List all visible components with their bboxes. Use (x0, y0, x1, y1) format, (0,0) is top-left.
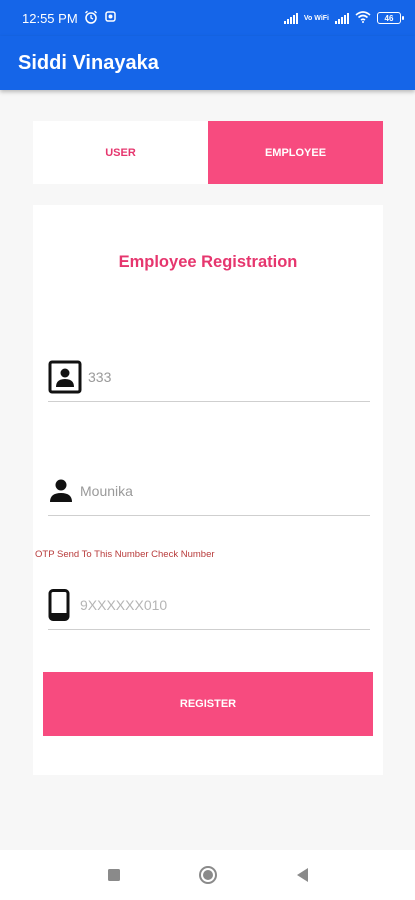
id-card-icon (48, 360, 88, 394)
app-bar: Siddi Vinayaka (0, 36, 415, 90)
back-icon[interactable] (292, 865, 312, 885)
signal-icon (283, 12, 298, 24)
phone-input[interactable] (80, 596, 320, 613)
tab-employee[interactable]: EMPLOYEE (208, 121, 383, 184)
status-time: 12:55 PM (22, 10, 78, 26)
status-right: Vo WiFi 46 (283, 10, 404, 26)
tab-user[interactable]: USER (33, 121, 208, 184)
home-icon[interactable] (198, 865, 218, 885)
recents-icon[interactable] (104, 865, 124, 885)
registration-card: Employee Registration OTP Send To This N… (33, 205, 383, 775)
name-field[interactable] (48, 466, 370, 516)
status-bar: 12:55 PM Vo WiFi 46 (0, 0, 415, 36)
app-title: Siddi Vinayaka (18, 51, 159, 74)
name-input[interactable] (80, 482, 320, 499)
tab-bar: USER EMPLOYEE (33, 121, 383, 184)
person-icon (48, 478, 80, 504)
phone-icon (48, 588, 80, 621)
otp-note: OTP Send To This Number Check Number (35, 549, 215, 560)
wifi-icon (355, 10, 371, 26)
system-nav-bar (0, 850, 415, 900)
battery-icon: 46 (377, 12, 404, 24)
form-title: Employee Registration (118, 253, 298, 271)
register-button[interactable]: REGISTER (43, 672, 373, 736)
signal-icon-2 (335, 12, 349, 24)
settings-sync-icon (104, 10, 117, 26)
employee-id-field[interactable] (48, 352, 370, 402)
status-left: 12:55 PM (22, 10, 117, 27)
employee-id-input[interactable] (88, 368, 328, 385)
phone-field[interactable] (48, 580, 370, 630)
alarm-icon (84, 10, 98, 27)
volte-wifi-icon: Vo WiFi (303, 14, 329, 22)
